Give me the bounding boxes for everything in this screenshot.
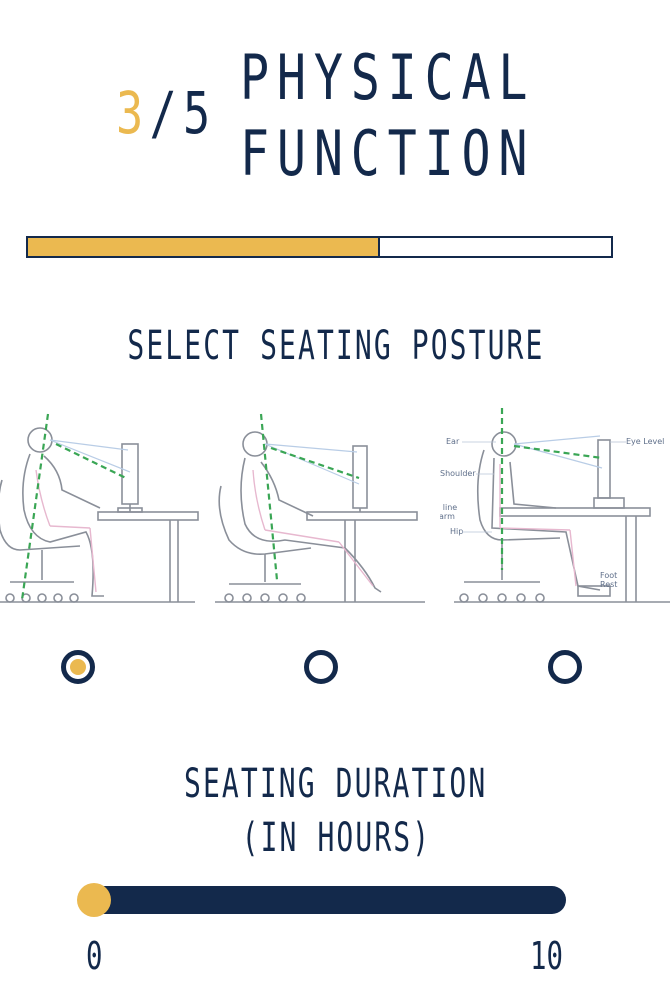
page-title-line2: FUNCTION: [240, 117, 536, 190]
posture-option-3-image[interactable]: Ear Eye Level Shoulder Wrist in line w/ …: [440, 400, 672, 610]
duration-min-label: 0: [86, 934, 103, 978]
duration-heading-line2-text: (IN HOURS): [241, 815, 431, 861]
posture-option-1-image[interactable]: [0, 400, 215, 610]
posture-radio-3[interactable]: [548, 650, 582, 684]
duration-heading-line2: (IN HOURS): [0, 812, 672, 864]
label-foot-rest: Foot Rest: [600, 571, 620, 589]
posture-heading-text: SELECT SEATING POSTURE: [127, 323, 545, 369]
posture-radio-2[interactable]: [304, 650, 338, 684]
duration-heading-line1-text: SEATING DURATION: [184, 761, 488, 807]
duration-slider-thumb[interactable]: [77, 883, 111, 917]
slouched-posture-illustration: [0, 413, 199, 603]
posture-option-2-image[interactable]: [215, 400, 430, 610]
duration-heading-line1: SEATING DURATION: [0, 758, 672, 810]
label-ear: Ear: [446, 437, 460, 446]
correct-posture-illustration: Ear Eye Level Shoulder Wrist in line w/ …: [440, 408, 670, 603]
duration-slider-track[interactable]: [80, 886, 566, 914]
label-shoulder: Shoulder: [440, 469, 476, 478]
progress-bar-fill: [28, 238, 380, 256]
posture-heading: SELECT SEATING POSTURE: [0, 320, 672, 372]
step-total: 5: [182, 79, 212, 147]
posture-radio-1[interactable]: [61, 650, 95, 684]
posture-radio-1-selected-dot: [70, 659, 86, 675]
step-current: 3: [116, 79, 145, 147]
label-hip: Hip: [450, 527, 463, 536]
page-title-line1: PHYSICAL: [240, 41, 536, 114]
reclined-posture-illustration: [215, 413, 425, 603]
duration-max-label: 10: [530, 934, 563, 978]
label-eye-level: Eye Level: [626, 437, 664, 446]
step-counter: 3/5: [116, 78, 212, 148]
step-separator: /: [149, 79, 179, 147]
progress-bar: [26, 236, 613, 258]
page-title: PHYSICAL FUNCTION: [240, 40, 536, 192]
label-wrist: Wrist in line w/ Forearm: [440, 503, 460, 521]
